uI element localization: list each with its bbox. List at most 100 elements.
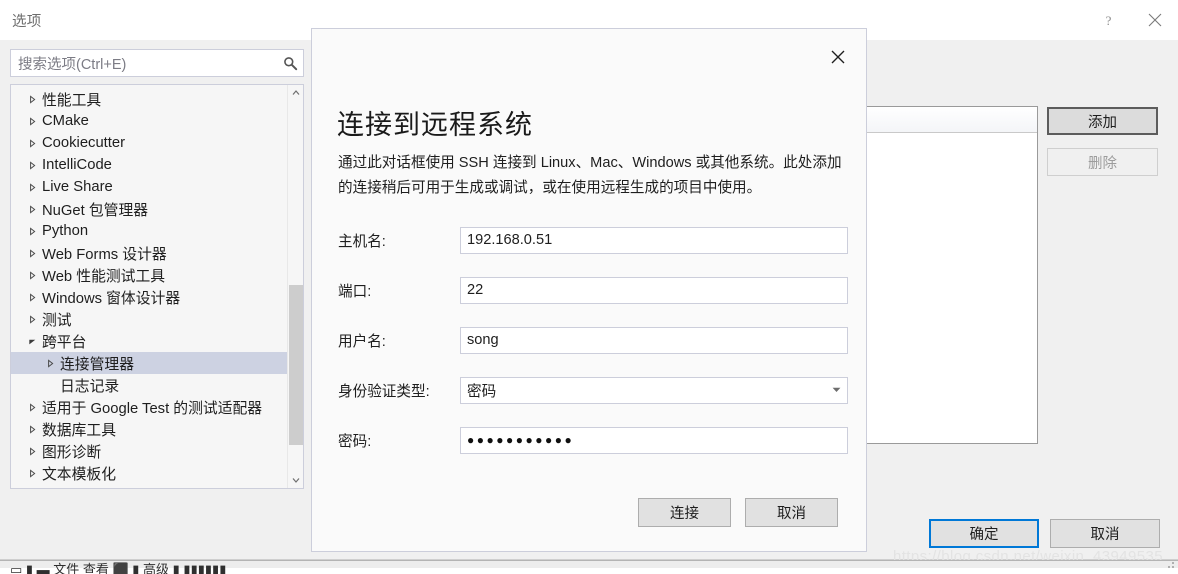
scrollbar-thumb[interactable] bbox=[289, 285, 303, 445]
form-row: 密码: ●●●●●●●●●●● bbox=[338, 415, 848, 465]
tree-item[interactable]: IntelliCode bbox=[11, 154, 287, 176]
tree-item-label: Web Forms 设计器 bbox=[42, 246, 167, 263]
search-input[interactable]: 搜索选项(Ctrl+E) bbox=[10, 49, 304, 77]
field-label: 主机名: bbox=[338, 233, 386, 250]
options-tree-list: 性能工具 CMake Cookiecutter IntelliCode Live Sha… bbox=[11, 88, 287, 484]
tree-item[interactable]: Windows 窗体设计器 bbox=[11, 286, 287, 308]
window-system-buttons: ? bbox=[1086, 0, 1178, 40]
scroll-up-icon[interactable] bbox=[288, 85, 303, 101]
dialog-title: 连接到远程系统 bbox=[337, 110, 533, 140]
connections-list-header bbox=[867, 107, 1037, 133]
connect-remote-system-dialog: 连接到远程系统 通过此对话框使用 SSH 连接到 Linux、Mac、Windo… bbox=[311, 28, 867, 552]
chevron-right-icon[interactable] bbox=[41, 358, 59, 368]
chevron-right-icon[interactable] bbox=[23, 160, 41, 170]
tree-scrollbar[interactable] bbox=[287, 85, 303, 488]
tree-item[interactable]: 文本模板化 bbox=[11, 462, 287, 484]
svg-text:?: ? bbox=[1106, 14, 1112, 27]
cancel-button[interactable]: 取消 bbox=[1050, 519, 1160, 548]
chevron-right-icon[interactable] bbox=[23, 446, 41, 456]
tree-item-label: 日志记录 bbox=[60, 378, 120, 395]
dialog-cancel-button[interactable]: 取消 bbox=[745, 498, 838, 527]
ok-button[interactable]: 确定 bbox=[929, 519, 1039, 548]
tree-item[interactable]: Python bbox=[11, 220, 287, 242]
tree-item[interactable]: Cookiecutter bbox=[11, 132, 287, 154]
connections-listbox[interactable] bbox=[866, 106, 1038, 444]
connections-list-body[interactable] bbox=[867, 133, 1037, 443]
tree-item-label: Live Share bbox=[42, 179, 113, 195]
tree-item-label: 文本模板化 bbox=[42, 466, 116, 483]
form-row: 身份验证类型: 密码 bbox=[338, 365, 848, 415]
tree-item-label: Web 性能测试工具 bbox=[42, 268, 166, 285]
remove-button[interactable]: 删除 bbox=[1047, 148, 1158, 176]
tree-item-label: NuGet 包管理器 bbox=[42, 202, 149, 219]
hostname-field[interactable]: 192.168.0.51 bbox=[460, 226, 848, 254]
tree-item-label: Windows 窗体设计器 bbox=[42, 290, 181, 307]
field-label: 用户名: bbox=[338, 333, 386, 350]
port-field[interactable]: 22 bbox=[460, 276, 848, 304]
tree-item-label: IntelliCode bbox=[42, 157, 112, 173]
background-window-sliver: ▭ ▮ ▬ 文件 查看 ⬛ ▮ 高级 ▮ ▮▮▮▮▮▮ bbox=[0, 562, 1178, 574]
auth-type-select[interactable]: 密码 bbox=[460, 376, 848, 404]
password-field[interactable]: ●●●●●●●●●●● bbox=[460, 426, 848, 454]
scroll-down-icon[interactable] bbox=[288, 472, 303, 488]
dialog-description: 通过此对话框使用 SSH 连接到 Linux、Mac、Windows 或其他系统… bbox=[338, 155, 842, 196]
field-value: song bbox=[467, 332, 499, 348]
tree-item-label: 跨平台 bbox=[42, 334, 87, 351]
tree-item[interactable]: 测试 bbox=[11, 308, 287, 330]
chevron-right-icon[interactable] bbox=[23, 138, 41, 148]
chevron-right-icon[interactable] bbox=[23, 182, 41, 192]
field-value: 192.168.0.51 bbox=[467, 232, 553, 248]
chevron-right-icon[interactable] bbox=[23, 226, 41, 236]
chevron-right-icon[interactable] bbox=[23, 292, 41, 302]
chevron-right-icon[interactable] bbox=[23, 204, 41, 214]
tree-item[interactable]: 数据库工具 bbox=[11, 418, 287, 440]
field-value: 密码 bbox=[467, 383, 497, 400]
tree-item[interactable]: Web 性能测试工具 bbox=[11, 264, 287, 286]
tree-item-label: 适用于 Google Test 的测试适配器 bbox=[42, 400, 263, 417]
tree-item[interactable]: 连接管理器 bbox=[11, 352, 287, 374]
search-icon[interactable] bbox=[277, 50, 303, 76]
tree-item[interactable]: Live Share bbox=[11, 176, 287, 198]
tree-item-label: 数据库工具 bbox=[42, 422, 116, 439]
chevron-right-icon[interactable] bbox=[23, 116, 41, 126]
app-root: 选项 ? 搜索选项(Ctrl+E) 性能工具 CMake Cookiecutte… bbox=[0, 0, 1178, 574]
chevron-down-icon[interactable] bbox=[23, 337, 41, 346]
chevron-right-icon[interactable] bbox=[23, 424, 41, 434]
field-label: 身份验证类型: bbox=[338, 383, 430, 400]
dialog-button-row: 连接 取消 bbox=[638, 498, 838, 527]
chevron-right-icon[interactable] bbox=[23, 402, 41, 412]
add-button[interactable]: 添加 bbox=[1047, 107, 1158, 135]
username-field[interactable]: song bbox=[460, 326, 848, 354]
tree-item-label: 性能工具 bbox=[42, 92, 102, 109]
field-value: 22 bbox=[467, 282, 484, 298]
tree-item[interactable]: 跨平台 bbox=[11, 330, 287, 352]
chevron-right-icon[interactable] bbox=[23, 314, 41, 324]
connection-form: 主机名: 192.168.0.51 端口: 22 用户名: song 身份验证类型: 密码密码… bbox=[338, 215, 848, 465]
chevron-right-icon[interactable] bbox=[23, 468, 41, 478]
tree-item-label: Python bbox=[42, 223, 89, 239]
tree-item[interactable]: CMake bbox=[11, 110, 287, 132]
chevron-down-icon[interactable] bbox=[825, 378, 847, 403]
form-row: 用户名: song bbox=[338, 315, 848, 365]
tree-item-label: 测试 bbox=[42, 312, 72, 329]
background-window-glyphs: ▭ ▮ ▬ 文件 查看 ⬛ ▮ 高级 ▮ ▮▮▮▮▮▮ bbox=[10, 562, 227, 574]
form-row: 主机名: 192.168.0.51 bbox=[338, 215, 848, 265]
tree-item-label: CMake bbox=[42, 113, 89, 129]
options-tree[interactable]: 性能工具 CMake Cookiecutter IntelliCode Live Sha… bbox=[10, 84, 304, 489]
tree-item[interactable]: 日志记录 bbox=[11, 374, 287, 396]
tree-item[interactable]: 图形诊断 bbox=[11, 440, 287, 462]
question-mark-icon[interactable]: ? bbox=[1086, 0, 1131, 40]
tree-item[interactable]: 性能工具 bbox=[11, 88, 287, 110]
dialog-close-icon[interactable] bbox=[824, 43, 852, 71]
tree-item[interactable]: 适用于 Google Test 的测试适配器 bbox=[11, 396, 287, 418]
tree-item[interactable]: Web Forms 设计器 bbox=[11, 242, 287, 264]
chevron-right-icon[interactable] bbox=[23, 248, 41, 258]
tree-item[interactable]: NuGet 包管理器 bbox=[11, 198, 287, 220]
field-value: ●●●●●●●●●●● bbox=[467, 433, 575, 447]
field-label: 密码: bbox=[338, 433, 372, 450]
form-row: 端口: 22 bbox=[338, 265, 848, 315]
connect-button[interactable]: 连接 bbox=[638, 498, 731, 527]
close-icon[interactable] bbox=[1131, 0, 1178, 40]
chevron-right-icon[interactable] bbox=[23, 94, 41, 104]
chevron-right-icon[interactable] bbox=[23, 270, 41, 280]
